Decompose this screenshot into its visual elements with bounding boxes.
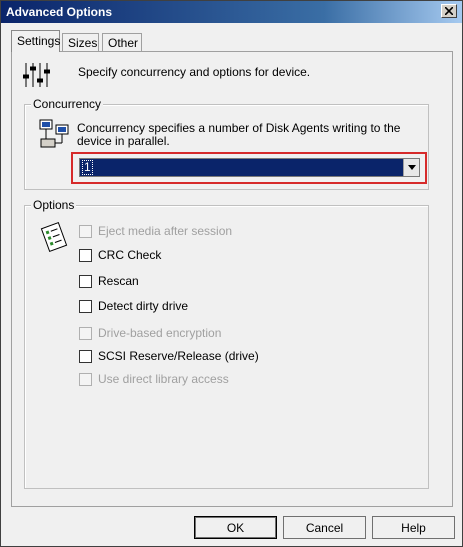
direct-library-access-checkbox[interactable] [79,372,92,386]
rescan-checkbox[interactable] [79,274,92,288]
window-title: Advanced Options [6,5,113,19]
detect-dirty-drive-option[interactable]: Detect dirty drive [79,298,188,314]
tab-settings[interactable]: Settings [11,30,60,52]
options-group-label: Options [31,198,77,212]
cancel-button[interactable]: Cancel [283,516,366,539]
settings-tab-page: Specify concurrency and options for devi… [11,51,453,507]
rescan-label: Rescan [98,274,139,288]
close-icon [445,7,453,15]
concurrency-group-label: Concurrency [31,97,104,111]
title-bar[interactable]: Advanced Options [1,1,462,23]
network-agents-icon [39,119,69,148]
sliders-icon [23,63,50,87]
ok-button[interactable]: OK [194,516,277,539]
concurrency-dropdown[interactable]: 1 [79,158,420,177]
eject-media-option[interactable]: Eject media after session [79,223,232,239]
chevron-down-icon [407,165,416,170]
direct-library-access-option[interactable]: Use direct library access [79,371,229,387]
close-button[interactable] [441,4,457,18]
crc-check-checkbox[interactable] [79,248,92,262]
detect-dirty-drive-checkbox[interactable] [79,299,92,313]
help-button[interactable]: Help [372,516,455,539]
checklist-icon [40,222,68,252]
scsi-reserve-checkbox[interactable] [79,349,92,363]
header-text: Specify concurrency and options for devi… [78,65,311,79]
tab-other[interactable]: Other [102,33,142,51]
crc-check-label: CRC Check [98,248,162,262]
tab-sizes[interactable]: Sizes [62,33,99,51]
detect-dirty-drive-label: Detect dirty drive [98,299,189,313]
eject-media-checkbox[interactable] [79,224,92,238]
concurrency-value: 1 [82,160,93,175]
crc-check-option[interactable]: CRC Check [79,247,161,263]
direct-library-access-label: Use direct library access [98,372,229,386]
rescan-option[interactable]: Rescan [79,273,139,289]
drive-encryption-label: Drive-based encryption [98,326,222,340]
concurrency-description: Concurrency specifies a number of Disk A… [77,121,401,148]
scsi-reserve-label: SCSI Reserve/Release (drive) [98,349,259,363]
eject-media-label: Eject media after session [98,224,233,238]
scsi-reserve-option[interactable]: SCSI Reserve/Release (drive) [79,348,259,364]
dropdown-button[interactable] [403,159,419,176]
drive-encryption-option[interactable]: Drive-based encryption [79,325,221,341]
drive-encryption-checkbox[interactable] [79,326,92,340]
advanced-options-dialog: Advanced Options Settings Sizes Other Sp… [0,0,463,547]
